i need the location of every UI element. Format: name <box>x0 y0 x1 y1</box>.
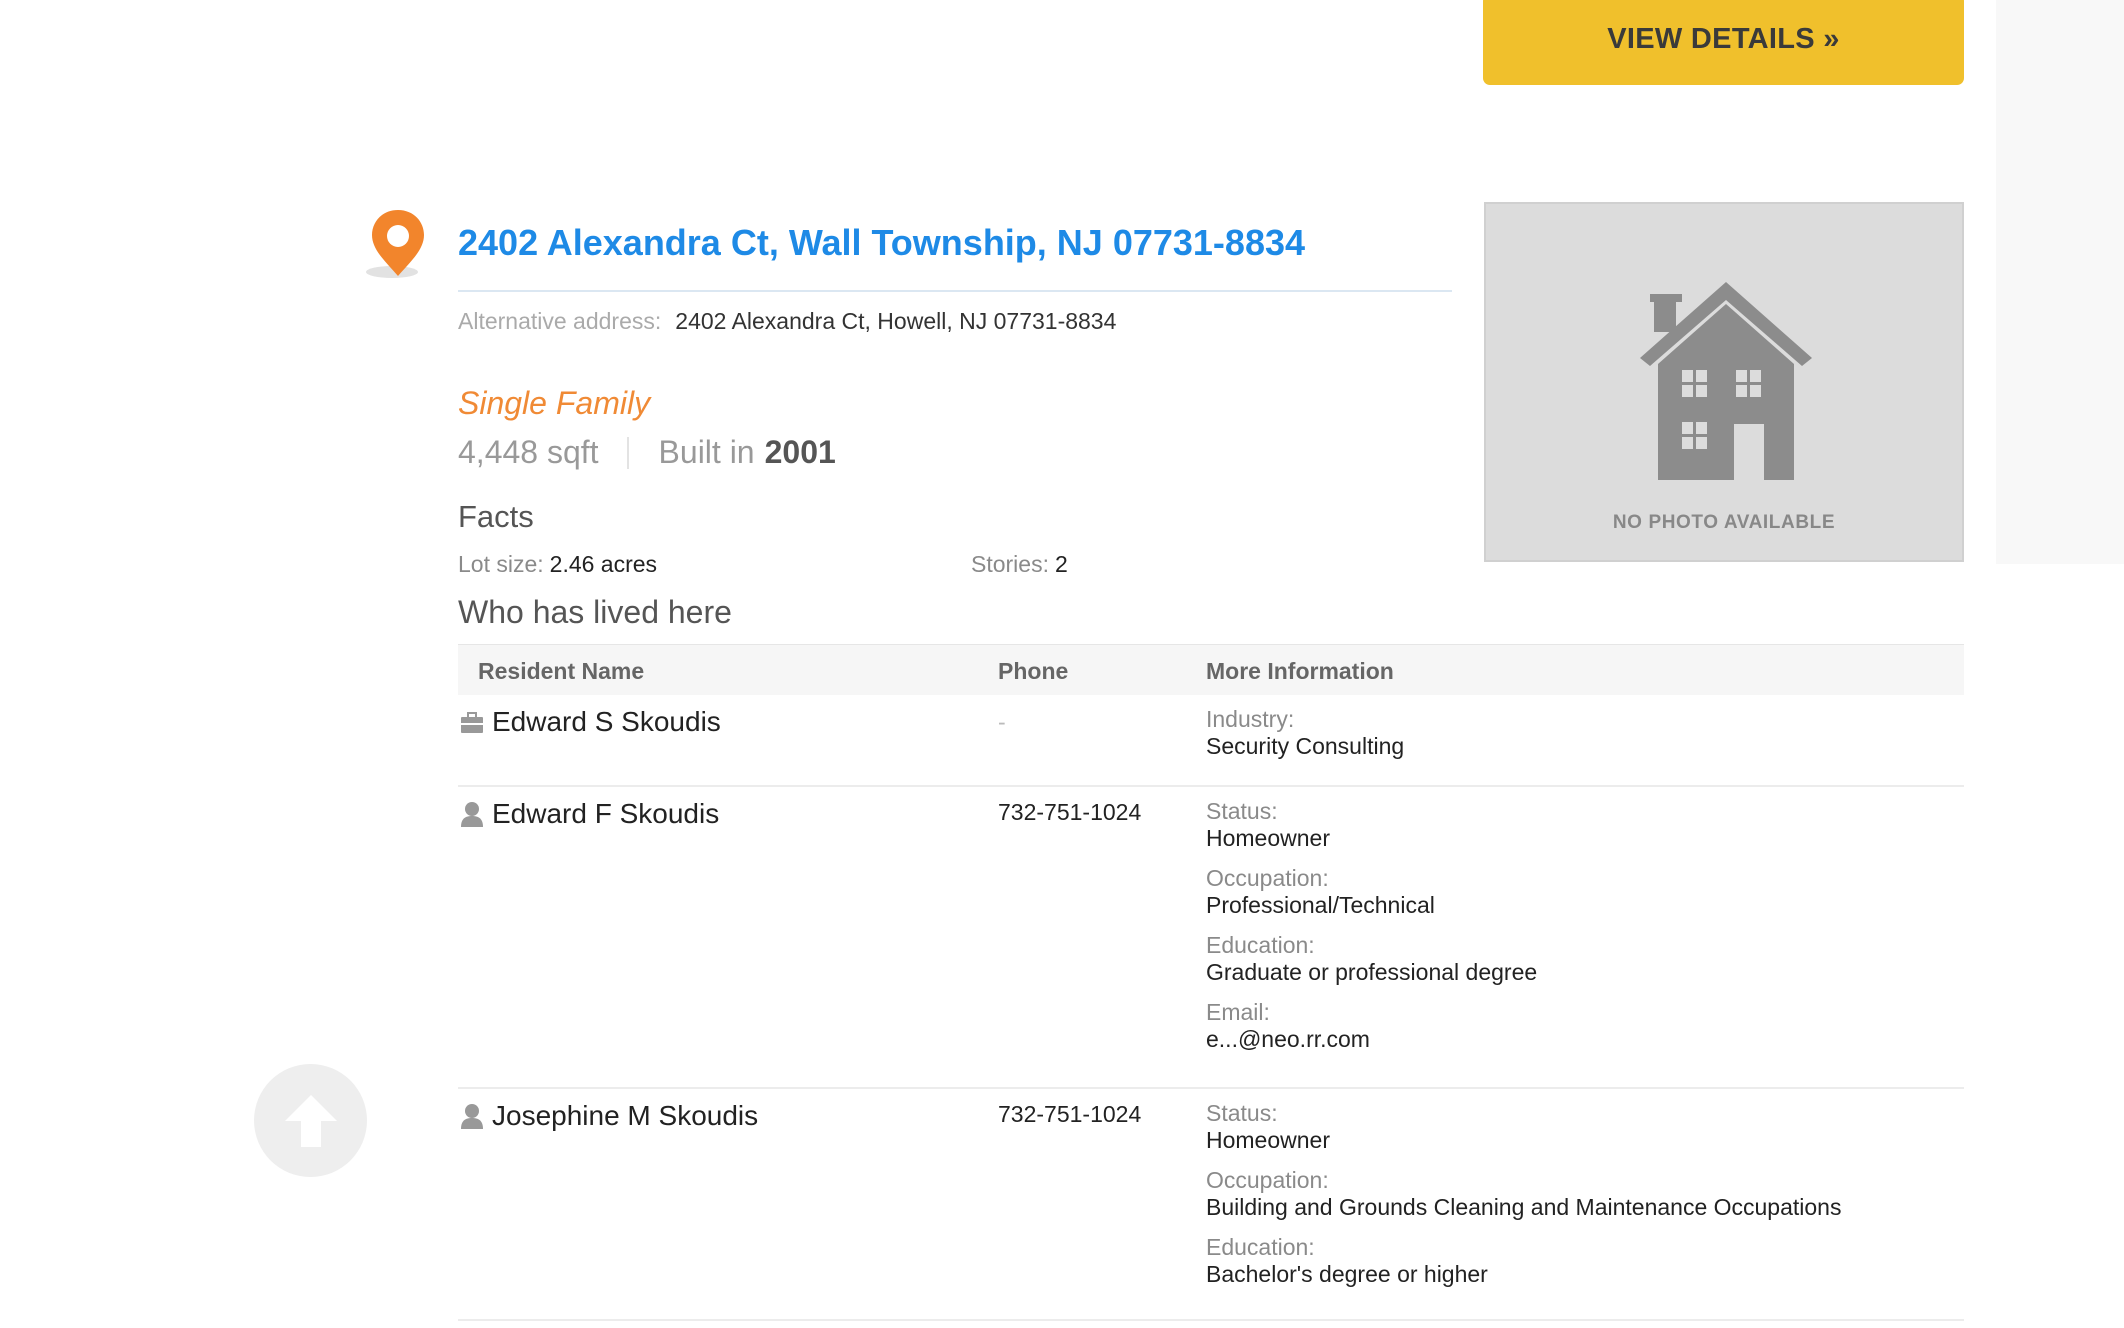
resident-phone: 732-751-1024 <box>998 1101 1142 1127</box>
stories-label: Stories: <box>971 551 1049 577</box>
stories-value: 2 <box>1054 551 1068 577</box>
map-pin-icon <box>352 206 432 286</box>
right-rail <box>1996 0 2124 564</box>
back-to-top-button[interactable] <box>254 1064 367 1177</box>
resident-phone: - <box>998 709 1006 735</box>
person-icon <box>460 1103 484 1134</box>
info-label: Status: <box>1206 798 1278 824</box>
no-photo-label: NO PHOTO AVAILABLE <box>1612 512 1836 533</box>
size-separator <box>626 436 629 469</box>
info-item: Education: Bachelor's degree or higher <box>1206 1234 1841 1288</box>
resident-info: Industry: Security Consulting <box>1206 706 1404 773</box>
column-phone: Phone <box>998 658 1069 684</box>
table-row: Edward S Skoudis - Industry: Security Co… <box>458 695 1964 787</box>
info-label: Education: <box>1206 932 1315 958</box>
resident-name[interactable]: Edward S Skoudis <box>492 706 721 738</box>
view-details-button[interactable]: VIEW DETAILS » <box>1483 0 1964 85</box>
alternative-address: Alternative address: 2402 Alexandra Ct, H… <box>458 308 1116 335</box>
house-icon <box>1640 282 1812 480</box>
table-row: Josephine M Skoudis 732-751-1024 Status:… <box>458 1089 1964 1321</box>
info-item: Occupation: Professional/Technical <box>1206 865 1537 919</box>
info-item: Email: e...@neo.rr.com <box>1206 999 1537 1053</box>
resident-name[interactable]: Edward F Skoudis <box>492 798 719 830</box>
facts-heading: Facts <box>458 499 534 534</box>
table-row: Edward F Skoudis 732-751-1024 Status: Ho… <box>458 787 1964 1089</box>
info-label: Occupation: <box>1206 865 1329 891</box>
info-value: Professional/Technical <box>1206 892 1435 918</box>
lot-size-fact: Lot size: 2.46 acres <box>458 551 657 578</box>
info-value: Security Consulting <box>1206 733 1405 759</box>
info-value: Bachelor's degree or higher <box>1206 1261 1488 1287</box>
built-year: 2001 <box>764 434 836 470</box>
info-label: Email: <box>1206 999 1270 1025</box>
residents-table: Resident Name Phone More Information Edw… <box>458 644 1964 1321</box>
info-label: Education: <box>1206 1234 1315 1260</box>
info-value: e...@neo.rr.com <box>1206 1026 1370 1052</box>
info-value: Homeowner <box>1206 825 1330 851</box>
size-row: 4,448 sqft Built in 2001 <box>458 434 836 471</box>
info-label: Status: <box>1206 1100 1278 1126</box>
column-more-information: More Information <box>1206 658 1394 684</box>
table-header: Resident Name Phone More Information <box>458 644 1964 695</box>
property-address-link[interactable]: 2402 Alexandra Ct, Wall Township, NJ 077… <box>458 222 1305 264</box>
info-item: Occupation: Building and Grounds Cleanin… <box>1206 1167 1841 1221</box>
info-label: Industry: <box>1206 706 1295 732</box>
arrow-up-icon <box>284 1094 337 1147</box>
info-item: Status: Homeowner <box>1206 1100 1841 1154</box>
info-item: Education: Graduate or professional degr… <box>1206 932 1537 986</box>
alt-address-value: 2402 Alexandra Ct, Howell, NJ 07731-8834 <box>675 308 1117 334</box>
lot-size-value: 2.46 acres <box>549 551 658 577</box>
resident-name[interactable]: Josephine M Skoudis <box>492 1100 758 1132</box>
alt-address-label: Alternative address: <box>458 308 662 334</box>
built-label: Built in <box>658 434 755 470</box>
resident-info: Status: Homeowner Occupation: Profession… <box>1206 798 1537 1066</box>
info-item: Status: Homeowner <box>1206 798 1537 852</box>
property-type: Single Family <box>458 385 651 421</box>
info-value: Homeowner <box>1206 1127 1330 1153</box>
resident-phone: 732-751-1024 <box>998 799 1142 825</box>
residents-heading: Who has lived here <box>458 594 732 630</box>
stories-fact: Stories: 2 <box>971 551 1068 578</box>
info-value: Graduate or professional degree <box>1206 959 1538 985</box>
person-icon <box>460 801 484 832</box>
property-photo-placeholder: NO PHOTO AVAILABLE <box>1484 202 1964 562</box>
briefcase-icon <box>460 712 484 739</box>
info-value: Building and Grounds Cleaning and Mainte… <box>1206 1194 1842 1220</box>
square-footage: 4,448 sqft <box>458 434 599 470</box>
address-divider <box>458 290 1452 292</box>
lot-size-label: Lot size: <box>458 551 544 577</box>
resident-info: Status: Homeowner Occupation: Building a… <box>1206 1100 1841 1301</box>
info-label: Occupation: <box>1206 1167 1329 1193</box>
info-item: Industry: Security Consulting <box>1206 706 1404 760</box>
column-resident-name: Resident Name <box>478 658 645 684</box>
